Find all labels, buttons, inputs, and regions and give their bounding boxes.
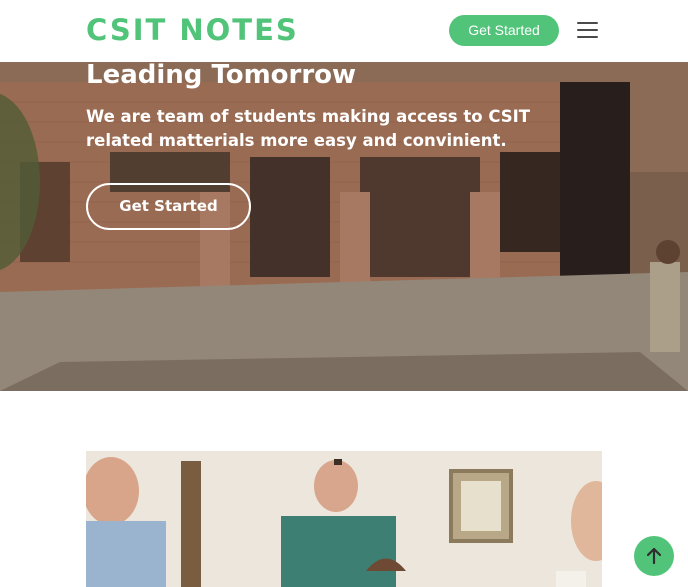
arrow-up-icon	[646, 547, 662, 565]
site-header: CSIT NOTES Get Started	[0, 0, 688, 62]
hamburger-menu-icon[interactable]	[577, 22, 598, 39]
back-to-top-button[interactable]	[634, 536, 674, 576]
site-logo[interactable]: CSIT NOTES	[86, 12, 299, 48]
get-started-hero-button[interactable]: Get Started	[86, 183, 251, 230]
team-photo	[86, 451, 602, 587]
hero-title: Leading Tomorrow	[86, 62, 357, 90]
hero-subtitle: We are team of students making access to…	[86, 107, 531, 150]
hero-section: Leading Tomorrow We are team of students…	[0, 62, 688, 391]
get-started-header-button[interactable]: Get Started	[449, 15, 559, 46]
team-photo-image	[86, 451, 602, 587]
